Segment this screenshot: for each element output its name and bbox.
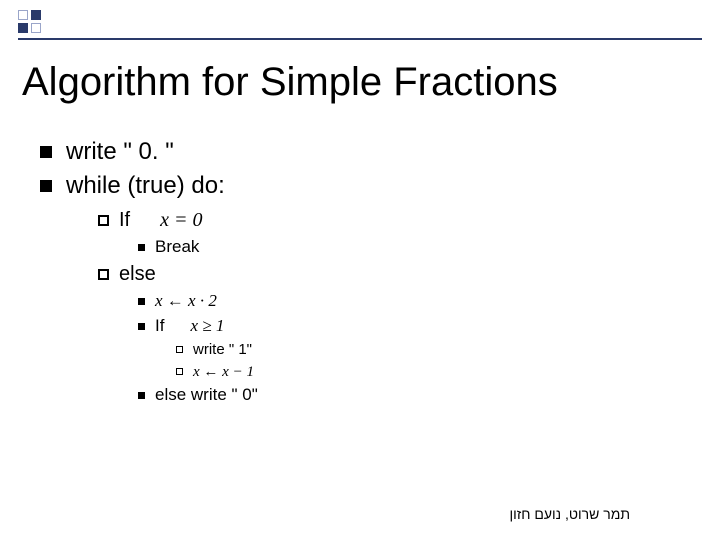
bullet-level1: while (true) do: [40, 170, 690, 202]
l4-text: write " 1" [193, 340, 252, 360]
l3-text: Break [155, 236, 199, 259]
l3-text: else write " 0" [155, 384, 258, 407]
l3-text: If [155, 315, 164, 338]
deco-row [18, 23, 41, 33]
deco-square [31, 23, 41, 33]
bullet-level3: Break [138, 236, 690, 259]
l2-text: else [119, 261, 156, 288]
bullet-level3: If x ≥ 1 [138, 315, 690, 338]
level4-group: write " 1" x ← x − 1 [176, 340, 690, 383]
deco-square [18, 23, 28, 33]
math-expr: x = 0 [160, 207, 202, 234]
deco-square [18, 10, 28, 20]
square-bullet-icon [40, 180, 52, 192]
horizontal-rule [18, 38, 702, 40]
hollow-small-square-bullet-icon [176, 368, 183, 375]
small-square-bullet-icon [138, 323, 145, 330]
bullet-level2: If x = 0 [98, 207, 690, 234]
small-square-bullet-icon [138, 298, 145, 305]
small-square-bullet-icon [138, 244, 145, 251]
math-expr: x ← x − 1 [193, 362, 254, 382]
deco-row [18, 10, 41, 20]
square-bullet-icon [40, 146, 52, 158]
l1-text: while (true) do: [66, 170, 225, 202]
l1-text: write " 0. " [66, 136, 174, 168]
math-expr: x ≥ 1 [190, 315, 224, 338]
hollow-square-bullet-icon [98, 269, 109, 280]
bullet-level4: write " 1" [176, 340, 690, 360]
corner-decoration [18, 10, 41, 33]
hollow-small-square-bullet-icon [176, 346, 183, 353]
slide-body: write " 0. " while (true) do: If x = 0 B… [40, 136, 690, 409]
bullet-level3: x ← x · 2 [138, 290, 690, 313]
l2-text: If [119, 207, 130, 234]
hollow-square-bullet-icon [98, 215, 109, 226]
slide: Algorithm for Simple Fractions write " 0… [0, 0, 720, 540]
bullet-level1: write " 0. " [40, 136, 690, 168]
bullet-level4: x ← x − 1 [176, 362, 690, 382]
slide-title: Algorithm for Simple Fractions [22, 60, 558, 105]
bullet-level3: else write " 0" [138, 384, 690, 407]
math-expr: x ← x · 2 [155, 290, 217, 313]
deco-square [31, 10, 41, 20]
level2-group: If x = 0 Break else x ← x · 2 [98, 207, 690, 407]
level3-group: x ← x · 2 If x ≥ 1 write " 1" x ← x − [138, 290, 690, 407]
footer-credits: תמר שרוט, נועם חזון [509, 506, 630, 522]
bullet-level2: else [98, 261, 690, 288]
level3-group: Break [138, 236, 690, 259]
small-square-bullet-icon [138, 392, 145, 399]
